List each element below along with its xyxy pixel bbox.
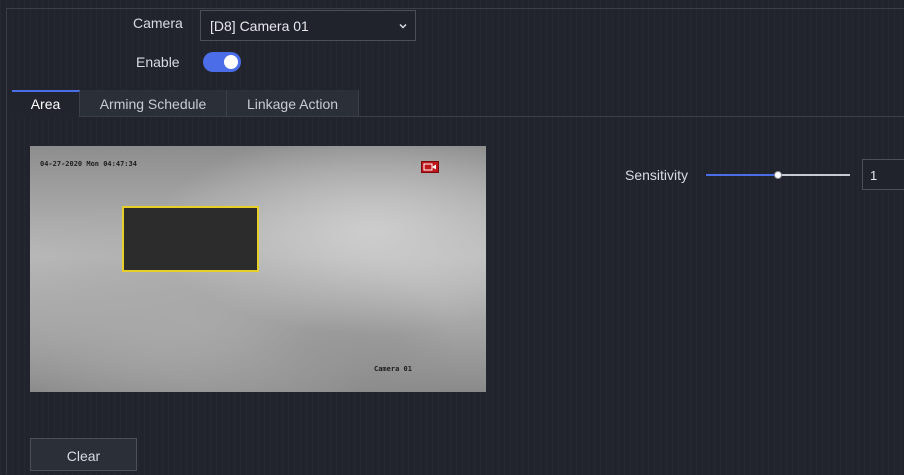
tab-arming-schedule[interactable]: Arming Schedule <box>80 90 227 117</box>
slider-handle[interactable] <box>774 171 782 179</box>
tab-bar: Area Arming Schedule Linkage Action <box>12 90 359 117</box>
camera-preview[interactable]: 04-27-2020 Mon 04:47:34 Camera 01 <box>30 146 486 392</box>
toggle-knob <box>224 55 238 69</box>
tab-linkage-action[interactable]: Linkage Action <box>227 90 359 117</box>
recording-icon <box>421 161 439 173</box>
osd-camera-name: Camera 01 <box>374 365 412 373</box>
enable-toggle[interactable] <box>203 52 241 72</box>
detection-area[interactable] <box>122 206 259 272</box>
tab-divider <box>80 116 904 117</box>
camera-select[interactable]: [D8] Camera 01 <box>200 10 416 41</box>
camera-label: Camera <box>133 15 183 31</box>
camera-select-value: [D8] Camera 01 <box>210 18 309 34</box>
sensitivity-input[interactable]: 1 <box>862 159 904 190</box>
osd-timestamp: 04-27-2020 Mon 04:47:34 <box>40 160 137 168</box>
sensitivity-label: Sensitivity <box>625 167 689 183</box>
sensitivity-slider[interactable] <box>706 168 850 182</box>
clear-button[interactable]: Clear <box>30 438 137 471</box>
chevron-down-icon <box>399 23 407 29</box>
tab-area[interactable]: Area <box>12 90 80 117</box>
enable-label: Enable <box>136 54 180 70</box>
